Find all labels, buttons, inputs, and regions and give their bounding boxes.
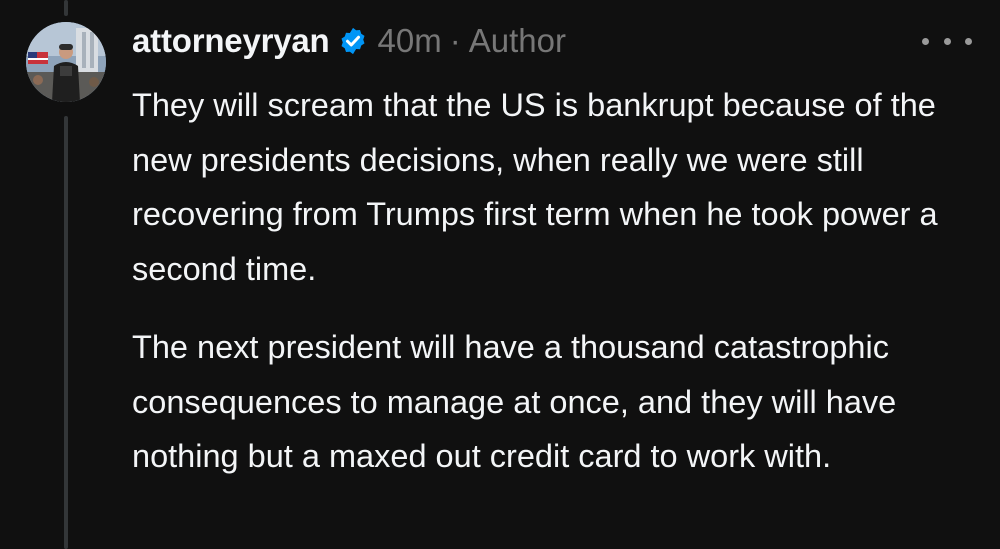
post-header: attorneyryan 40m · Author [132,18,566,64]
username-link[interactable]: attorneyryan [132,22,330,60]
post-meta: 40m · Author [378,22,566,60]
timestamp[interactable]: 40m [378,22,442,59]
more-dot [943,37,951,45]
verified-badge-icon [341,27,365,55]
more-dot [922,37,929,45]
author-tag: Author [468,22,566,59]
more-options-icon[interactable] [922,26,972,56]
thread-line [64,116,68,549]
more-dot [965,37,972,45]
avatar-image [26,22,106,102]
post-paragraph: They will scream that the US is bankrupt… [132,87,938,287]
thread-line-top [64,0,68,16]
meta-separator: · [449,22,461,59]
post-body: They will scream that the US is bankrupt… [132,78,982,508]
avatar[interactable] [26,22,106,102]
post-paragraph: The next president will have a thousand … [132,329,897,474]
